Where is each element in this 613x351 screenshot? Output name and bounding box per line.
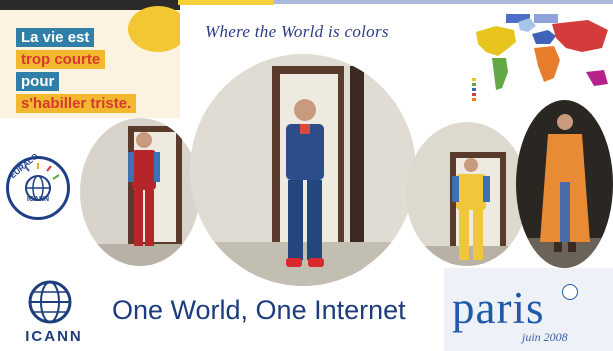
photo-circle-yellow-outfit <box>406 122 528 266</box>
poster-image: La vie est trop courte pour s'habiller t… <box>0 0 180 118</box>
tagline: Where the World is colors <box>205 22 389 41</box>
person-figure <box>452 158 490 260</box>
world-map-image <box>462 8 613 108</box>
photo-circle-red-outfit <box>80 118 200 266</box>
badge-bottom-text: ICANN <box>26 196 50 203</box>
paris-globe-icon <box>562 284 578 300</box>
lemon-graphic <box>128 6 180 52</box>
photo-circle-blue-shirt <box>190 54 416 286</box>
paris-date: juin 2008 <box>522 330 568 344</box>
poster-line-3: pour <box>16 72 60 91</box>
person-figure <box>128 132 160 246</box>
top-accent-bar-blue <box>274 0 613 4</box>
top-accent-bar-yellow <box>178 0 274 5</box>
icann-wordmark: ICANN <box>25 328 83 345</box>
slogan: One World, One Internet <box>112 295 406 325</box>
poster-line-2: trop courte <box>16 50 106 69</box>
world-map-icon <box>472 18 608 101</box>
person-figure <box>286 99 324 267</box>
photo-circle-orange-robe <box>516 100 613 268</box>
poster-line-4: s'habiller triste. <box>16 94 137 113</box>
poster-line-1: La vie est <box>16 28 95 47</box>
person-figure <box>540 114 590 252</box>
paris-logo-text: paris <box>452 283 545 333</box>
